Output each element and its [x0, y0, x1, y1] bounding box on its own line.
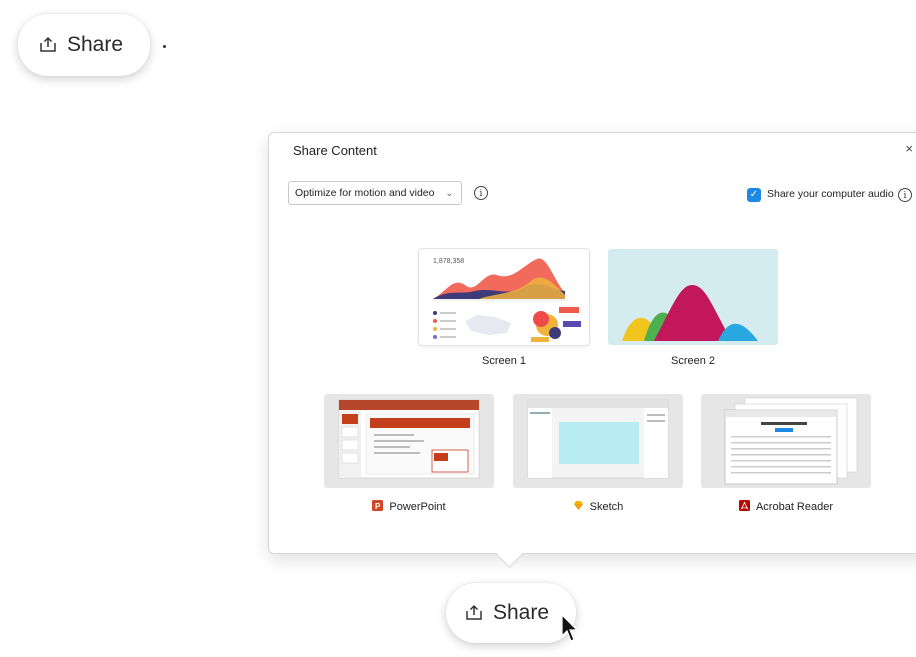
- sketch-label: Sketch: [513, 500, 683, 513]
- share-content-dialog: Share Content × Optimize for motion and …: [268, 132, 916, 554]
- screen-1-thumbnail[interactable]: 1,878,358: [419, 249, 589, 345]
- optimize-select-value: Optimize for motion and video: [295, 187, 435, 199]
- mouse-cursor-icon: [561, 614, 579, 642]
- sketch-icon: [573, 501, 583, 510]
- acrobat-reader-icon: [738, 500, 750, 511]
- screen-2-thumbnail[interactable]: [608, 249, 778, 345]
- powerpoint-preview: [338, 399, 480, 479]
- sketch-preview: [527, 399, 669, 479]
- powerpoint-thumbnail[interactable]: [324, 394, 494, 488]
- share-button-small[interactable]: Share: [18, 14, 150, 76]
- share-audio-checkbox[interactable]: ✓: [747, 188, 761, 202]
- acrobat-reader-label: Acrobat Reader: [701, 500, 871, 513]
- share-button[interactable]: Share: [446, 583, 576, 643]
- dialog-title: Share Content: [293, 143, 377, 158]
- chevron-down-icon: ⌄: [445, 188, 453, 198]
- audio-info-icon[interactable]: i: [898, 188, 912, 202]
- screen-1-label: Screen 1: [481, 355, 527, 367]
- screen-2-preview: [622, 285, 758, 341]
- share-audio-label: Share your computer audio: [767, 188, 894, 200]
- info-icon[interactable]: i: [474, 186, 488, 200]
- share-button-label: Share: [67, 33, 124, 56]
- close-icon[interactable]: ×: [905, 141, 913, 156]
- trailing-period: [163, 45, 166, 48]
- share-upload-icon: [40, 36, 56, 52]
- acrobat-reader-preview: [724, 397, 858, 485]
- sketch-thumbnail[interactable]: [513, 394, 683, 488]
- powerpoint-label: P PowerPoint: [324, 500, 494, 513]
- share-upload-icon: [466, 604, 482, 620]
- optimize-select[interactable]: Optimize for motion and video ⌄: [288, 181, 462, 205]
- acrobat-reader-thumbnail[interactable]: [701, 394, 871, 488]
- screen-1-preview: 1,878,358: [433, 258, 581, 342]
- screen-2-label: Screen 2: [670, 355, 716, 367]
- svg-text:P: P: [375, 502, 381, 511]
- powerpoint-icon: P: [372, 500, 384, 511]
- share-button-label: Share: [493, 601, 550, 624]
- screen-1-number: 1,878,358: [433, 258, 464, 265]
